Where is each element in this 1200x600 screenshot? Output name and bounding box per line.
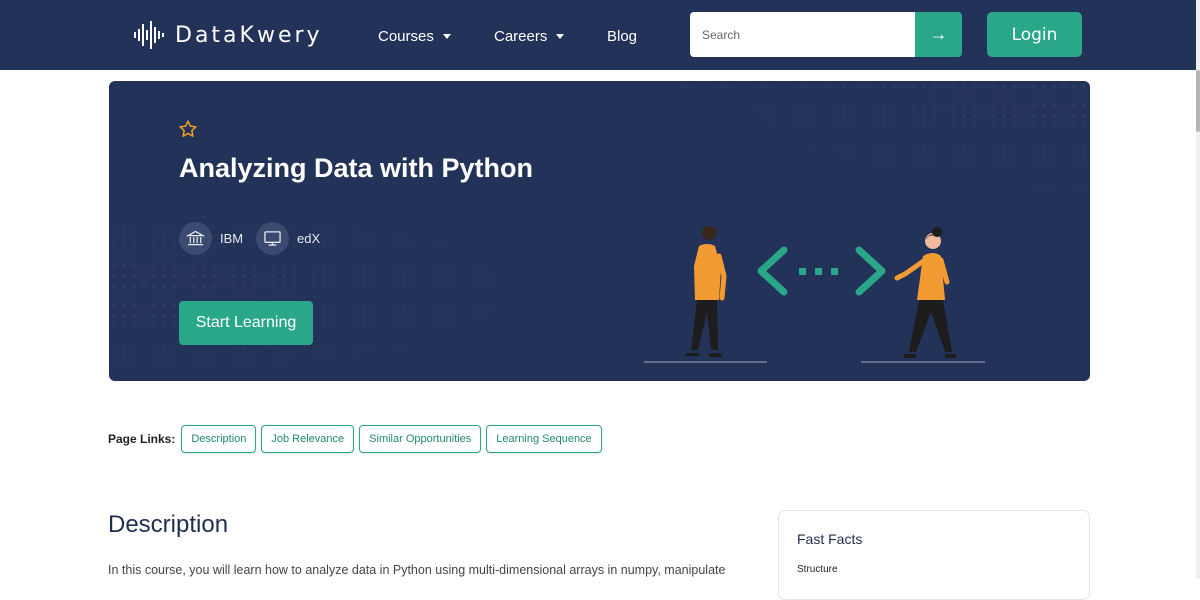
start-learning-button[interactable]: Start Learning <box>179 301 313 345</box>
fast-facts-structure-label: Structure <box>797 564 838 575</box>
fast-facts-card: Fast Facts Structure <box>778 510 1090 600</box>
provider-name: IBM <box>220 231 244 246</box>
search-form: → <box>690 12 962 57</box>
nav-courses-label: Courses <box>378 28 434 45</box>
description-text: In this course, you will learn how to an… <box>108 563 726 577</box>
caret-down-icon <box>556 34 565 39</box>
nav-blog-link[interactable]: Blog <box>607 28 637 45</box>
brand-logo[interactable]: DataKwery <box>133 20 323 50</box>
monitor-icon <box>256 222 289 255</box>
description-heading: Description <box>108 511 229 538</box>
provider-edx[interactable]: edX <box>256 222 320 255</box>
page-link-description[interactable]: Description <box>181 425 257 453</box>
nav-careers-dropdown[interactable]: Careers <box>494 28 565 45</box>
search-input[interactable] <box>690 12 915 57</box>
fast-facts-title: Fast Facts <box>797 531 863 547</box>
arrow-right-icon: → <box>929 24 948 44</box>
page-scrollbar[interactable] <box>1196 0 1200 579</box>
page-links-label: Page Links: <box>108 432 176 446</box>
course-title: Analyzing Data with Python <box>179 153 534 183</box>
sound-wave-icon <box>134 21 164 49</box>
platform-name: edX <box>297 231 321 246</box>
scrollbar-thumb[interactable] <box>1196 70 1200 132</box>
institution-icon <box>179 222 212 255</box>
login-button[interactable]: Login <box>987 12 1082 57</box>
star-icon[interactable] <box>178 119 198 139</box>
nav-blog-label: Blog <box>607 28 638 45</box>
page-link-similar-opportunities[interactable]: Similar Opportunities <box>359 425 482 453</box>
page-links-nav: Page Links: Description Job Relevance Si… <box>108 425 602 453</box>
provider-ibm[interactable]: IBM <box>179 222 243 255</box>
page-link-learning-sequence[interactable]: Learning Sequence <box>486 425 602 453</box>
course-hero-banner: Analyzing Data with Python IBM edX Start… <box>109 81 1090 381</box>
caret-down-icon <box>442 34 451 39</box>
page-link-job-relevance[interactable]: Job Relevance <box>261 425 355 453</box>
search-submit-button[interactable]: → <box>915 12 962 57</box>
top-navbar: DataKwery Courses Careers Blog → Login <box>0 0 1200 70</box>
people-exchange-illustration <box>644 226 985 363</box>
nav-careers-label: Careers <box>494 28 548 45</box>
brand-name: DataKwery <box>175 22 323 48</box>
nav-courses-dropdown[interactable]: Courses <box>378 28 451 45</box>
